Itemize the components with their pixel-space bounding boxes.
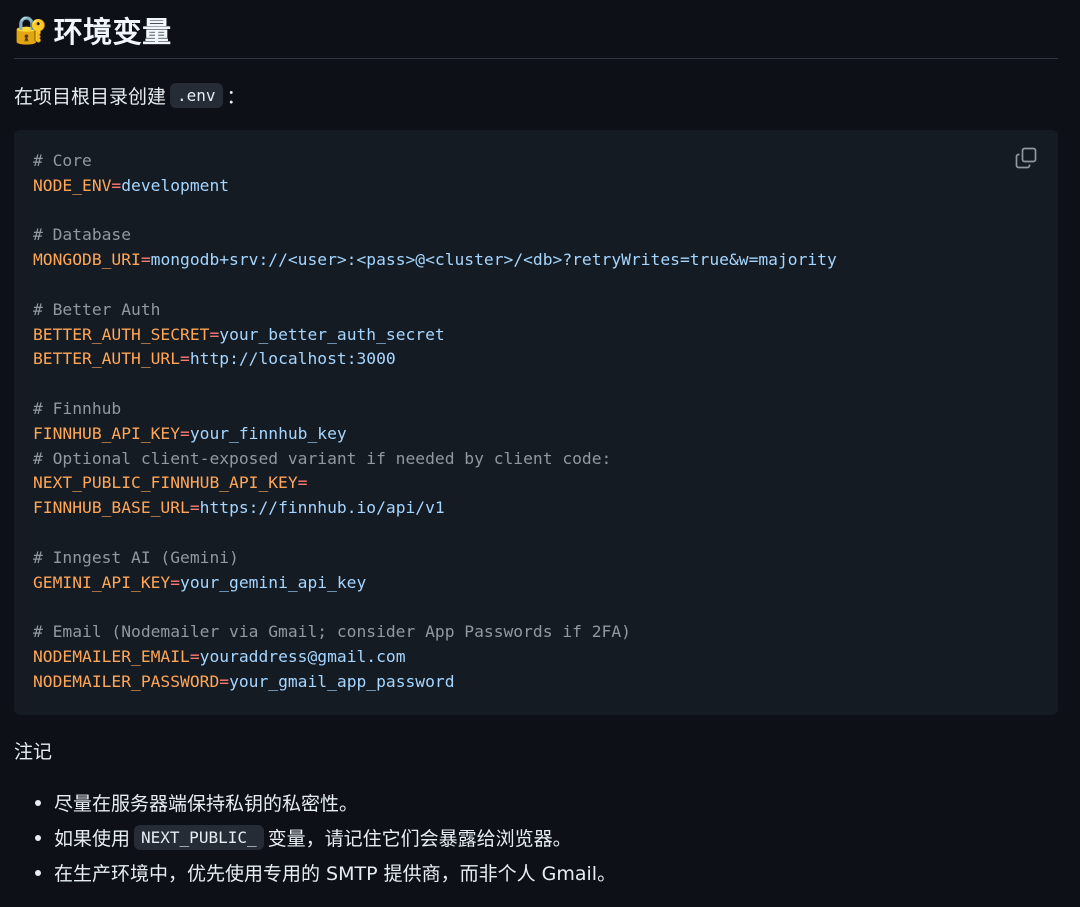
bullet-dot [35, 870, 41, 876]
env-value: development [121, 175, 230, 195]
intro-paragraph: 在项目根目录创建 .env ： [14, 80, 246, 110]
code-lines: # Core NODE_ENV=development # Database MON… [33, 149, 837, 695]
equals-sign: = [180, 423, 190, 443]
code-line: GEMINI_API_KEY=your_gemini_api_key [33, 571, 837, 596]
markdown-page: 🔐 环境变量 在项目根目录创建 .env ： # Core NODE_ENV=de… [0, 0, 1080, 907]
code-line: # Finnhub [33, 397, 837, 422]
equals-sign: = [170, 572, 181, 592]
list-item-text: 变量，请记住它们会暴露给浏览器。 [267, 828, 572, 850]
notes-heading: 注记 [14, 740, 53, 763]
code-line: FINNHUB_BASE_URL=https://finnhub.io/api/… [33, 496, 837, 521]
code-line: BETTER_AUTH_SECRET=your_better_auth_secr… [33, 323, 837, 348]
env-value: https://finnhub.io/api/v1 [199, 498, 445, 518]
copy-icon [1015, 147, 1037, 169]
env-key: NEXT_PUBLIC_FINNHUB_API_KEY [33, 473, 298, 493]
env-value: your_gemini_api_key [180, 572, 367, 592]
code-comment: # Better Auth [33, 299, 161, 319]
env-key: FINNHUB_API_KEY [33, 423, 181, 443]
code-line: NODEMAILER_EMAIL=youraddress@gmail.com [33, 645, 837, 670]
equals-sign: = [297, 473, 308, 493]
lock-key-icon: 🔐 [14, 14, 48, 46]
code-line: MONGODB_URI=mongodb+srv://<user>:<pass>@… [33, 248, 837, 273]
bullet-dot [35, 800, 41, 806]
code-line: # Core [33, 149, 837, 174]
code-line: BETTER_AUTH_URL=http://localhost:3000 [33, 347, 837, 372]
list-item: 在生产环境中，优先使用专用的 SMTP 提供商，而非个人 Gmail。 [14, 855, 616, 890]
env-file-code: .env [170, 82, 223, 108]
code-comment: # Database [33, 225, 132, 245]
code-comment: # Optional client-exposed variant if nee… [33, 448, 612, 468]
inline-code: NEXT_PUBLIC_ [134, 825, 264, 850]
equals-sign: = [111, 175, 122, 195]
env-key: BETTER_AUTH_SECRET [33, 324, 210, 344]
env-value: http://localhost:3000 [189, 349, 396, 369]
heading-divider [14, 58, 1058, 59]
section-heading: 🔐 环境变量 [14, 10, 172, 50]
list-item: 尽量在服务器端保持私钥的私密性。 [14, 785, 616, 820]
env-value: mongodb+srv://<user>:<pass>@<cluster>/<d… [150, 250, 837, 270]
env-key: NODE_ENV [33, 175, 112, 195]
equals-sign: = [209, 324, 220, 344]
equals-sign: = [189, 498, 200, 518]
code-comment: # Inngest AI (Gemini) [33, 547, 239, 567]
copy-button[interactable] [1014, 146, 1038, 170]
code-line: NEXT_PUBLIC_FINNHUB_API_KEY= [33, 471, 837, 496]
env-key: NODEMAILER_PASSWORD [33, 671, 220, 691]
code-line: # Better Auth [33, 298, 837, 323]
env-key: MONGODB_URI [33, 250, 141, 270]
code-comment: # Finnhub [33, 398, 122, 418]
equals-sign: = [140, 250, 151, 270]
env-value: your_gmail_app_password [229, 671, 455, 691]
code-line: NODE_ENV=development [33, 174, 837, 199]
code-line: # Email (Nodemailer via Gmail; consider … [33, 620, 837, 645]
list-item: 如果使用 NEXT_PUBLIC_ 变量，请记住它们会暴露给浏览器。 [14, 820, 616, 855]
list-item-text: 在生产环境中，优先使用专用的 SMTP 提供商，而非个人 Gmail。 [54, 863, 617, 885]
code-line: FINNHUB_API_KEY=your_finnhub_key [33, 422, 837, 447]
equals-sign: = [180, 349, 190, 369]
code-line: # Database [33, 223, 837, 248]
env-code-block: # Core NODE_ENV=development # Database MON… [14, 130, 1058, 715]
code-line: # Inngest AI (Gemini) [33, 546, 837, 571]
env-key: NODEMAILER_EMAIL [33, 646, 190, 666]
env-value: your_finnhub_key [189, 423, 347, 443]
code-line: NODEMAILER_PASSWORD=your_gmail_app_passw… [33, 670, 837, 695]
intro-colon: ： [226, 85, 246, 108]
env-key: BETTER_AUTH_URL [33, 349, 181, 369]
list-item-text: 如果使用 [54, 828, 131, 850]
notes-list: 尽量在服务器端保持私钥的私密性。 如果使用 NEXT_PUBLIC_ 变量，请记住它们… [14, 785, 616, 890]
env-key: GEMINI_API_KEY [33, 572, 171, 592]
equals-sign: = [219, 671, 230, 691]
code-comment: # Email (Nodemailer via Gmail; consider … [33, 622, 631, 642]
env-value: youraddress@gmail.com [199, 646, 406, 666]
list-item-text: 尽量在服务器端保持私钥的私密性。 [54, 793, 359, 815]
bullet-dot [35, 835, 41, 841]
code-line: # Optional client-exposed variant if nee… [33, 447, 837, 472]
env-key: FINNHUB_BASE_URL [33, 498, 190, 518]
heading-title: 环境变量 [53, 15, 172, 49]
env-value: your_better_auth_secret [219, 324, 445, 344]
intro-text: 在项目根目录创建 [14, 85, 167, 108]
equals-sign: = [189, 646, 200, 666]
code-comment: # Core [33, 151, 92, 170]
